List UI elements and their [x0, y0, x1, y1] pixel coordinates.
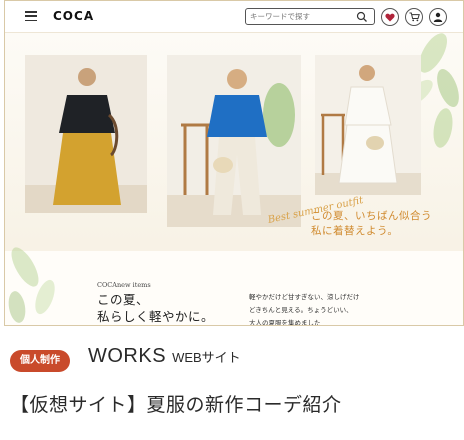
search-input[interactable]	[250, 10, 350, 23]
heart-icon	[385, 13, 395, 21]
user-icon	[433, 12, 443, 22]
project-title-main: WORKS	[88, 345, 167, 367]
site-logo[interactable]: COCA	[53, 9, 94, 23]
cart-button[interactable]	[405, 8, 423, 26]
menu-icon[interactable]	[25, 11, 37, 22]
model-photo-2[interactable]	[167, 55, 301, 227]
hero-copy-line-1: この夏、いちばん似合う	[311, 210, 432, 222]
leaf-decoration-left	[8, 247, 55, 323]
new-items-body: 軽やかだけど甘すぎない、涼しげだけ どきちんと見える。ちょうどいい、 大人の夏服…	[249, 291, 360, 326]
project-title-sub: WEBサイト	[172, 350, 241, 365]
website-preview-thumbnail[interactable]: COCA キーワードで探す Best summer outfit この夏、いちば…	[4, 0, 464, 326]
new-items-label: COCAnew items	[97, 281, 151, 289]
cart-icon	[409, 12, 420, 22]
hero-copy-line-2: 私に着替えよう。	[311, 225, 399, 237]
new-items-section	[5, 247, 463, 325]
model-photo-3[interactable]	[315, 55, 421, 195]
project-description[interactable]: 【仮想サイト】夏服の新作コーデ紹介	[10, 390, 342, 417]
project-tag-badge: 個人制作	[10, 350, 70, 372]
new-items-heading-line-1: この夏、	[97, 292, 150, 307]
new-items-body-line-2: どきちんと見える。ちょうどいい、	[249, 306, 353, 314]
search-field[interactable]	[245, 8, 375, 25]
hero-copy: この夏、いちばん似合う 私に着替えよう。	[311, 209, 432, 239]
new-items-heading-line-2: 私らしく軽やかに。	[97, 309, 215, 324]
favorite-button[interactable]	[381, 8, 399, 26]
search-icon[interactable]	[356, 11, 368, 23]
new-items-heading: この夏、 私らしく軽やかに。	[97, 291, 214, 325]
account-button[interactable]	[429, 8, 447, 26]
project-title[interactable]: WORKS WEBサイト	[88, 345, 241, 368]
site-header: COCA	[5, 1, 463, 33]
model-photo-1[interactable]	[25, 55, 147, 213]
new-items-body-line-3: 大人の夏服を集めました	[249, 319, 321, 326]
new-items-body-line-1: 軽やかだけど甘すぎない、涼しげだけ	[249, 293, 360, 301]
